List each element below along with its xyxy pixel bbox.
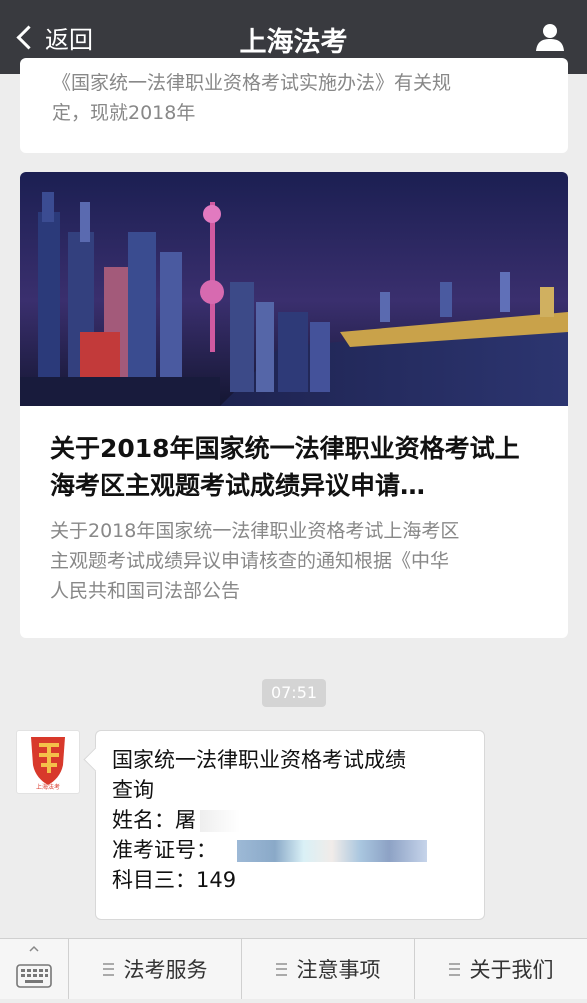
page-title: 上海法考 (239, 27, 348, 58)
article-cover-image (20, 172, 568, 406)
keyboard-icon (16, 945, 52, 988)
user-icon[interactable] (535, 22, 565, 52)
menu-law-exam-services[interactable]: 法考服务 (69, 939, 242, 999)
menu-list-icon (102, 962, 114, 976)
article-summary: 《国家统一法律职业资格考试实施办法》有关规 定，现就2018年 (52, 72, 452, 124)
article-title: 关于2018年国家统一法律职业资格考试上海考区主观题考试成绩异议申请… (50, 434, 520, 500)
law-exam-logo-icon: 上海法考 (31, 737, 65, 791)
keyboard-toggle-button[interactable] (0, 939, 69, 999)
message-line: 国家统一法律职业资格考试成绩 (112, 748, 406, 772)
subject-label: 科目三： (112, 868, 196, 892)
candidate-name-row: 姓名：屠 (112, 805, 470, 835)
redacted-ticket-number (237, 840, 427, 862)
menu-list-icon (448, 962, 460, 976)
subject-score: 149 (196, 868, 237, 892)
name-label: 姓名： (112, 808, 175, 832)
article-card-previous[interactable]: 《国家统一法律职业资格考试实施办法》有关规 定，现就2018年 (20, 58, 568, 153)
score-row: 科目三：149 (112, 865, 470, 895)
message-line: 查询 (112, 778, 154, 802)
bottom-menu-bar: 法考服务 注意事项 关于我们 (0, 938, 587, 999)
article-card[interactable]: 关于2018年国家统一法律职业资格考试上海考区主观题考试成绩异议申请… 关于20… (20, 172, 568, 638)
message-timestamp: 07:51 (262, 679, 326, 707)
menu-list-icon (275, 962, 287, 976)
article-summary: 关于2018年国家统一法律职业资格考试上海考区 主观题考试成绩异议申请核查的通知… (50, 520, 460, 602)
name-value: 屠 (175, 808, 196, 832)
message-bubble: 国家统一法律职业资格考试成绩 查询 姓名：屠 准考证号： 科目三：149 (95, 730, 485, 920)
avatar[interactable]: 上海法考 (16, 730, 80, 794)
menu-about-us[interactable]: 关于我们 (415, 939, 587, 999)
redacted-name (200, 810, 240, 832)
menu-label: 法考服务 (123, 958, 208, 982)
ticket-number-row: 准考证号： (112, 835, 470, 865)
svg-text:上海法考: 上海法考 (36, 783, 60, 791)
menu-label: 注意事项 (296, 958, 381, 982)
menu-label: 关于我们 (469, 958, 554, 982)
ticket-label: 准考证号： (112, 838, 217, 862)
menu-notes[interactable]: 注意事项 (242, 939, 415, 999)
